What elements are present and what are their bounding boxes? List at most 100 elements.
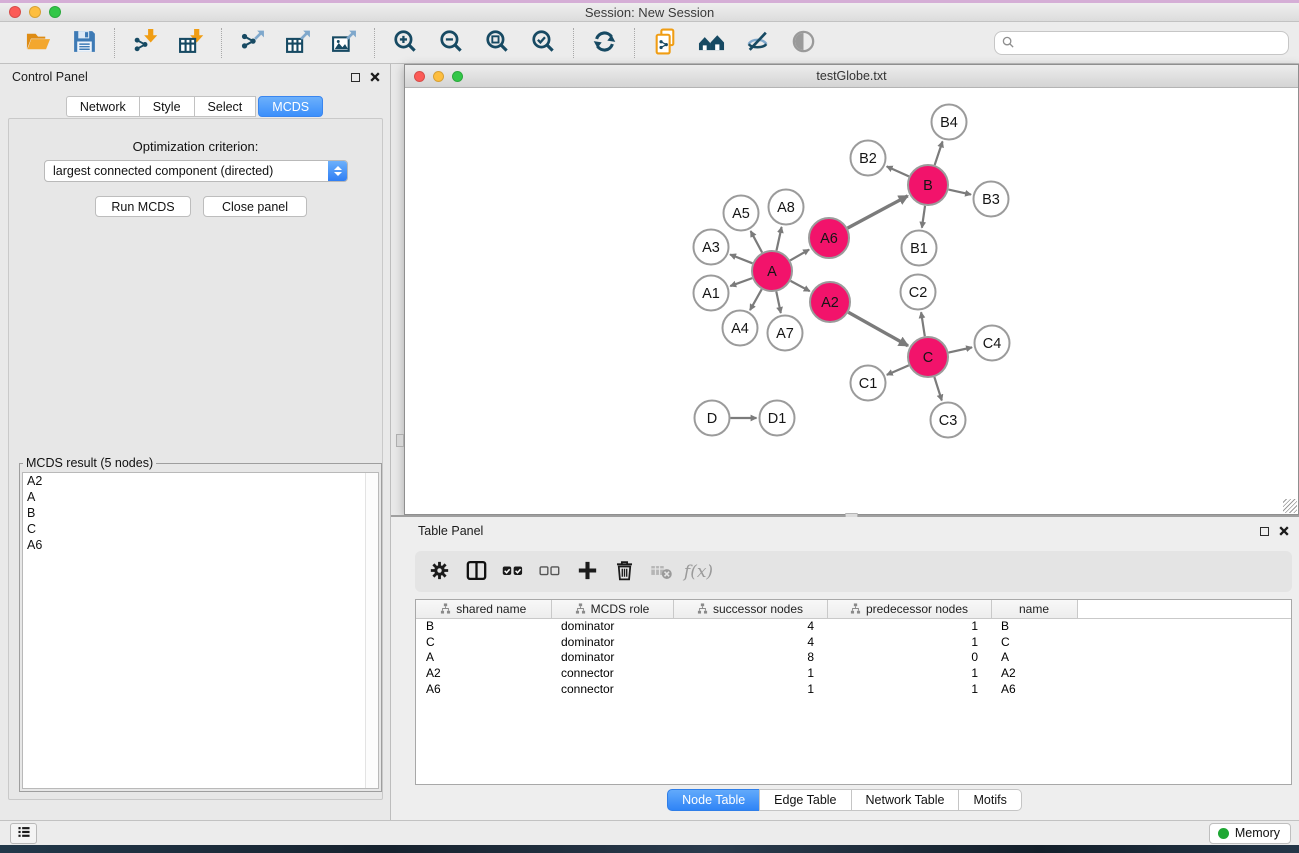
refresh-layout-button[interactable]	[584, 26, 624, 60]
first-neighbors-button[interactable]	[691, 26, 731, 60]
graph-edge-A-A8[interactable]	[776, 227, 781, 250]
import-table-button[interactable]	[171, 26, 211, 60]
graph-edge-B-B4[interactable]	[935, 141, 943, 165]
table-panel: Table Panel f(x) shared nameMCDS rolesuc…	[391, 517, 1299, 820]
close-panel-button[interactable]: Close panel	[203, 196, 307, 217]
graph-node-C3[interactable]: C3	[931, 403, 966, 438]
graph-node-A4[interactable]: A4	[723, 311, 758, 346]
resize-grip-icon[interactable]	[1283, 499, 1297, 513]
mcds-list-scrollbar[interactable]	[365, 473, 378, 788]
run-mcds-button[interactable]: Run MCDS	[95, 196, 191, 217]
table-row[interactable]: Cdominator41C	[416, 634, 1291, 650]
criterion-dropdown[interactable]: largest connected component (directed)	[44, 160, 348, 182]
graph-node-A8[interactable]: A8	[769, 190, 804, 225]
clone-network-button[interactable]	[645, 26, 685, 60]
column-selector-button[interactable]	[460, 555, 493, 588]
column-header-name[interactable]: name	[991, 600, 1077, 618]
tab-select[interactable]: Select	[194, 96, 257, 117]
table-row[interactable]: A2connector11A2	[416, 665, 1291, 681]
graph-node-B1[interactable]: B1	[902, 231, 937, 266]
hide-details-button[interactable]	[737, 26, 777, 60]
mcds-result-item[interactable]: A	[23, 489, 378, 505]
float-table-panel-icon[interactable]	[1260, 527, 1269, 536]
table-row[interactable]: Adominator80A	[416, 650, 1291, 666]
network-graph[interactable]: B4 B2 B B3 A8 A5 A6 A3 B1 A A1 C2 A2 A4 A7 C4 C C1 C3 D D1	[405, 88, 1298, 514]
graph-edge-C-C4[interactable]	[949, 347, 972, 352]
search-input[interactable]	[994, 31, 1289, 55]
node-label: A8	[777, 200, 795, 216]
graph-node-A7[interactable]: A7	[768, 316, 803, 351]
graph-edge-A-A2[interactable]	[791, 281, 810, 291]
graph-node-A2[interactable]: A2	[810, 282, 850, 322]
graph-node-C1[interactable]: C1	[851, 366, 886, 401]
graph-node-B3[interactable]: B3	[974, 182, 1009, 217]
tab-node-table[interactable]: Node Table	[667, 789, 760, 811]
export-image-button[interactable]	[324, 26, 364, 60]
graph-edge-A-A1[interactable]	[730, 278, 752, 286]
task-history-button[interactable]	[10, 823, 37, 844]
graph-edge-A-A3[interactable]	[730, 255, 752, 264]
select-all-button[interactable]	[497, 555, 530, 588]
close-table-panel-icon[interactable]	[1279, 526, 1289, 536]
zoom-in-button[interactable]	[385, 26, 425, 60]
tab-style[interactable]: Style	[139, 96, 195, 117]
left-split-grabber[interactable]	[396, 434, 404, 447]
graph-edge-A2-C[interactable]	[848, 312, 908, 345]
zoom-selected-button[interactable]	[523, 26, 563, 60]
graph-edge-A-A5[interactable]	[751, 231, 762, 252]
mcds-result-item[interactable]: B	[23, 505, 378, 521]
float-panel-icon[interactable]	[351, 73, 360, 82]
export-network-button[interactable]	[232, 26, 272, 60]
tab-motifs[interactable]: Motifs	[958, 789, 1021, 811]
graph-node-A6[interactable]: A6	[809, 218, 849, 258]
graph-node-C4[interactable]: C4	[975, 326, 1010, 361]
unselect-all-button[interactable]	[534, 555, 567, 588]
graph-edge-A6-B[interactable]	[848, 196, 908, 228]
column-header-MCDS-role[interactable]: MCDS role	[551, 600, 673, 618]
table-row[interactable]: A6connector11A6	[416, 681, 1291, 697]
graph-edge-C-C1[interactable]	[887, 365, 909, 374]
import-network-button[interactable]	[125, 26, 165, 60]
table-row[interactable]: Bdominator41B	[416, 618, 1291, 634]
tab-mcds[interactable]: MCDS	[258, 96, 323, 117]
mcds-result-item[interactable]: A2	[23, 473, 378, 489]
graph-edge-B-B3[interactable]	[948, 190, 970, 195]
graph-node-D1[interactable]: D1	[760, 401, 795, 436]
graph-node-C2[interactable]: C2	[901, 275, 936, 310]
tab-network-table[interactable]: Network Table	[851, 789, 960, 811]
save-session-button[interactable]	[64, 26, 104, 60]
tab-edge-table[interactable]: Edge Table	[759, 789, 851, 811]
delete-row-button[interactable]	[608, 555, 641, 588]
graph-edge-B-B1[interactable]	[922, 206, 925, 228]
graph-node-B4[interactable]: B4	[932, 105, 967, 140]
mcds-result-item[interactable]: A6	[23, 537, 378, 553]
export-table-button[interactable]	[278, 26, 318, 60]
graph-edge-A-A7[interactable]	[776, 292, 780, 313]
tab-network[interactable]: Network	[66, 96, 140, 117]
column-header-predecessor-nodes[interactable]: predecessor nodes	[827, 600, 991, 618]
open-file-button[interactable]	[18, 26, 58, 60]
show-details-button[interactable]	[783, 26, 823, 60]
zoom-fit-button[interactable]	[477, 26, 517, 60]
graph-node-C[interactable]: C	[908, 337, 948, 377]
graph-node-D[interactable]: D	[695, 401, 730, 436]
graph-edge-C-C3[interactable]	[934, 377, 941, 400]
mcds-result-item[interactable]: C	[23, 521, 378, 537]
graph-node-A[interactable]: A	[752, 251, 792, 291]
graph-node-B2[interactable]: B2	[851, 141, 886, 176]
graph-edge-B-B2[interactable]	[887, 166, 909, 176]
add-row-button[interactable]	[571, 555, 604, 588]
graph-node-B[interactable]: B	[908, 165, 948, 205]
graph-node-A1[interactable]: A1	[694, 276, 729, 311]
graph-edge-C-C2[interactable]	[921, 312, 925, 336]
graph-node-A3[interactable]: A3	[694, 230, 729, 265]
memory-button[interactable]: Memory	[1209, 823, 1291, 844]
column-header-shared-name[interactable]: shared name	[416, 600, 551, 618]
zoom-out-button[interactable]	[431, 26, 471, 60]
graph-edge-A-A6[interactable]	[790, 250, 809, 261]
graph-node-A5[interactable]: A5	[724, 196, 759, 231]
table-settings-button[interactable]	[423, 555, 456, 588]
close-panel-icon[interactable]	[370, 72, 380, 82]
graph-edge-A-A4[interactable]	[750, 289, 762, 310]
column-header-successor-nodes[interactable]: successor nodes	[673, 600, 827, 618]
